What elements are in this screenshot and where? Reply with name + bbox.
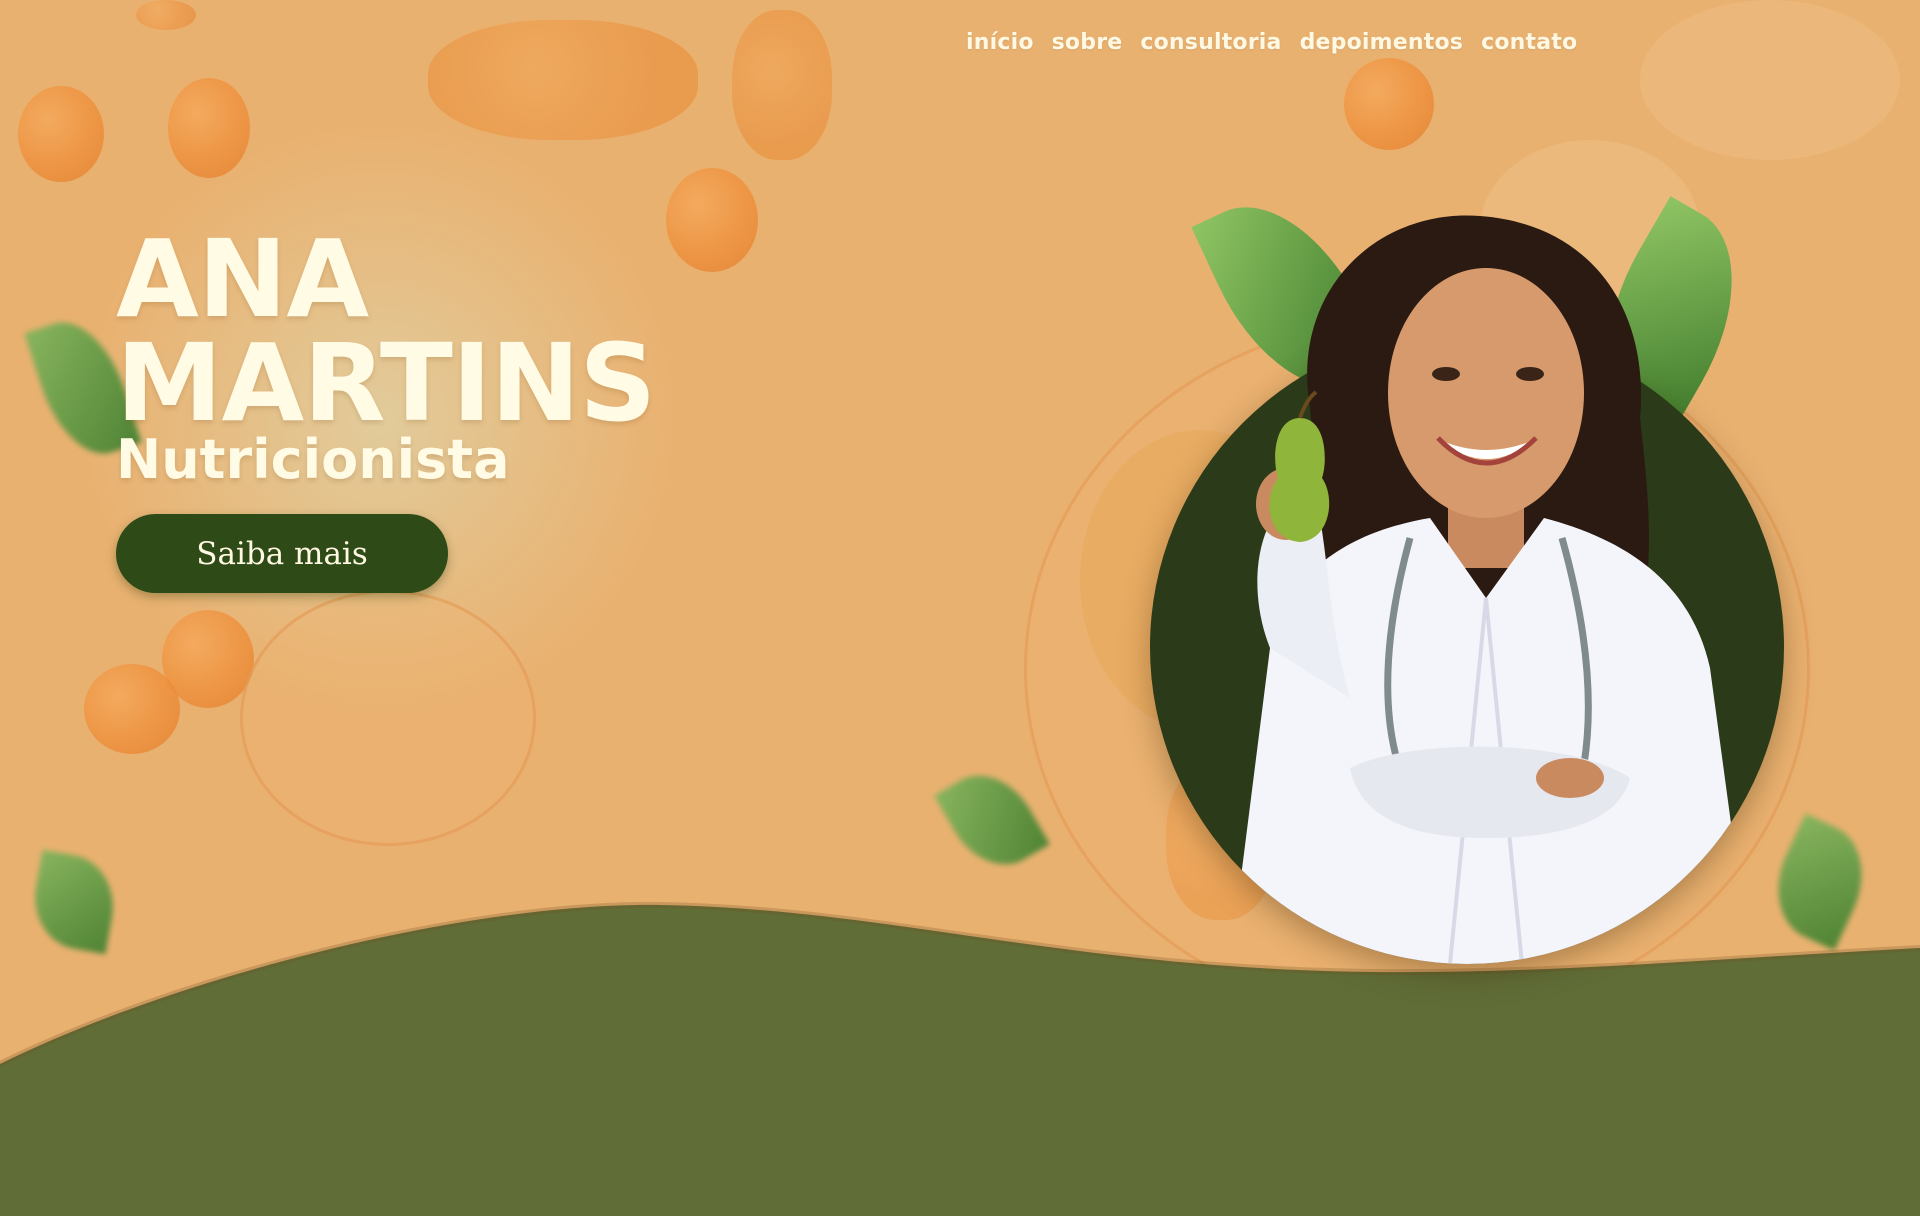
hero-title-first-name: ANA (116, 218, 369, 342)
nutritionist-portrait (1230, 215, 1750, 964)
hero-subtitle: Nutricionista (116, 428, 510, 491)
nav-item-sobre[interactable]: sobre (1052, 30, 1123, 55)
hero-title: ANA MARTINS (116, 218, 656, 446)
nav-item-depoimentos[interactable]: depoimentos (1300, 30, 1464, 55)
portrait (1150, 176, 1784, 964)
main-nav: início sobre consultoria depoimentos con… (966, 30, 1577, 55)
hero-title-last-name: MARTINS (116, 322, 656, 446)
saiba-mais-button[interactable]: Saiba mais (116, 514, 448, 593)
nav-item-inicio[interactable]: início (966, 30, 1034, 55)
nav-item-contato[interactable]: contato (1481, 30, 1577, 55)
nav-item-consultoria[interactable]: consultoria (1140, 30, 1281, 55)
